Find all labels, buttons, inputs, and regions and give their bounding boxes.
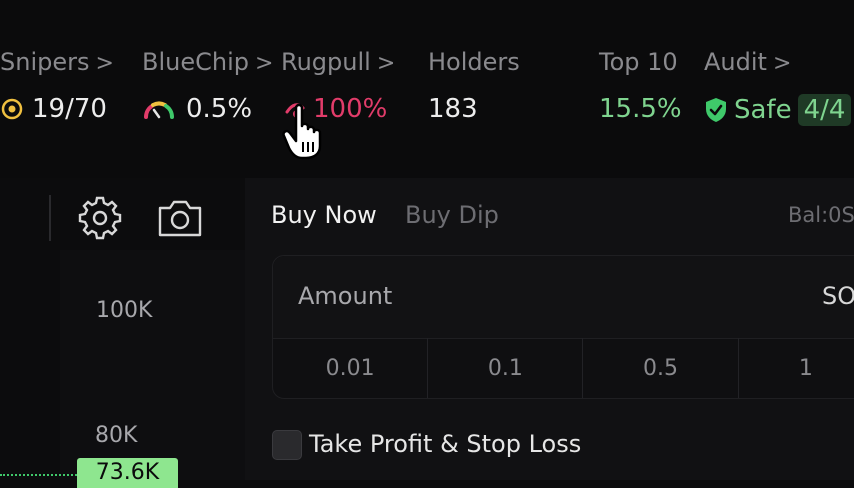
stat-rugpull-label: Rugpull — [281, 48, 371, 76]
gauge-icon — [143, 101, 175, 119]
audit-score-badge: 4/4 — [797, 94, 852, 126]
tp-sl-label: Take Profit & Stop Loss — [309, 430, 582, 458]
amount-input-group: Amount SO 0.01 0.1 0.5 1 — [272, 255, 854, 399]
quick-amount-row: 0.01 0.1 0.5 1 — [273, 338, 854, 398]
y-tick-label: 80K — [95, 423, 138, 448]
stat-holders: Holders — [428, 48, 520, 76]
amount-label: Amount — [298, 282, 393, 310]
tab-buy-dip[interactable]: Buy Dip — [405, 201, 499, 229]
currency-label: SO — [822, 282, 854, 310]
stat-audit-label: Audit — [704, 48, 767, 76]
stat-bluechip[interactable]: BlueChip > — [142, 48, 273, 76]
stat-audit-value-row: Safe 4/4 — [704, 94, 852, 126]
stat-bluechip-label: BlueChip — [142, 48, 249, 76]
stat-bluechip-value: 0.5% — [186, 94, 253, 124]
stat-bluechip-value-row: 0.5% — [142, 94, 252, 124]
quick-amount-button[interactable]: 0.5 — [583, 338, 739, 398]
y-tick-label: 100K — [96, 298, 153, 323]
stat-top10-label: Top 10 — [599, 48, 678, 76]
toolbar-divider — [49, 195, 51, 241]
chevron-right-icon: > — [376, 51, 396, 76]
screenshot-button[interactable] — [157, 198, 203, 238]
stat-snipers-label: Snipers — [0, 48, 90, 76]
balance-label: Bal:0S — [788, 203, 854, 227]
settings-button[interactable] — [78, 196, 122, 240]
quick-amount-button[interactable]: 0.1 — [428, 338, 584, 398]
chevron-right-icon: > — [772, 51, 792, 76]
stat-holders-label: Holders — [428, 48, 520, 76]
stat-snipers-value-row: 19/70 — [0, 94, 107, 124]
chart-plot-area[interactable] — [60, 250, 245, 480]
current-price-badge: 73.6K — [77, 458, 178, 488]
hand-pointer-cursor-icon — [282, 103, 322, 160]
stat-rugpull[interactable]: Rugpull > — [281, 48, 395, 76]
stat-audit-value: Safe — [734, 95, 792, 125]
stat-snipers-value: 19/70 — [32, 94, 107, 124]
amount-input[interactable]: Amount SO — [273, 256, 854, 339]
stat-snipers[interactable]: Snipers > — [0, 48, 114, 76]
tab-buy-now[interactable]: Buy Now — [271, 201, 377, 229]
price-line — [0, 474, 77, 476]
chevron-right-icon: > — [254, 51, 274, 76]
camera-icon — [158, 200, 202, 237]
shield-check-icon — [706, 98, 726, 122]
quick-amount-button[interactable]: 1 — [739, 338, 854, 398]
quick-amount-button[interactable]: 0.01 — [273, 338, 429, 398]
stat-holders-value: 183 — [428, 94, 478, 124]
chevron-right-icon: > — [95, 51, 114, 76]
gear-icon — [78, 196, 122, 240]
target-icon — [1, 98, 23, 120]
tp-sl-checkbox[interactable] — [272, 430, 302, 460]
stat-audit[interactable]: Audit > — [704, 48, 791, 76]
stat-top10-value: 15.5% — [599, 94, 682, 124]
stat-top10: Top 10 — [599, 48, 678, 76]
